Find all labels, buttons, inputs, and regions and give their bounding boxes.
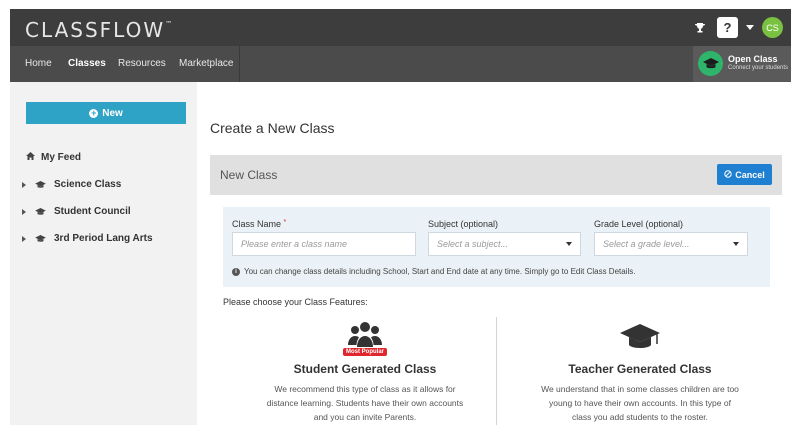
student-generated-title: Student Generated Class	[293, 362, 437, 376]
tab-resources[interactable]: Resources	[118, 46, 166, 82]
header-actions: ? CS	[689, 17, 783, 38]
sidebar-item-science-class[interactable]: Science Class	[22, 179, 121, 190]
trophy-icon[interactable]	[689, 17, 711, 38]
plus-icon: +	[89, 107, 99, 118]
cancel-circle-icon	[724, 169, 732, 180]
expand-arrow-icon[interactable]	[22, 235, 26, 242]
choose-features-label: Please choose your Class Features:	[223, 297, 368, 307]
student-generated-option[interactable]: Most Popular Student Generated Class We …	[250, 320, 480, 424]
cancel-label: Cancel	[735, 169, 765, 180]
subject-select[interactable]: Select a subject...	[428, 232, 581, 256]
class-name-input[interactable]: Please enter a class name	[232, 232, 416, 256]
home-icon	[26, 152, 35, 163]
graduation-cap-icon	[35, 207, 46, 216]
graduation-cap-icon	[620, 320, 660, 360]
sidebar: + New My Feed Science Class Student Coun…	[10, 82, 197, 425]
cancel-button[interactable]: Cancel	[717, 164, 772, 185]
open-class-button[interactable]: Open Class Connect your students	[693, 46, 791, 82]
grade-level-select[interactable]: Select a grade level...	[594, 232, 748, 256]
teacher-generated-option[interactable]: Teacher Generated Class We understand th…	[525, 320, 755, 424]
sidebar-item-3rd-period-lang-arts[interactable]: 3rd Period Lang Arts	[22, 233, 153, 244]
info-text: You can change class details including S…	[244, 267, 636, 276]
nav-divider	[239, 46, 240, 82]
new-button-label: New	[102, 107, 123, 119]
my-feed-label: My Feed	[41, 152, 82, 163]
tab-home[interactable]: Home	[25, 46, 52, 82]
grade-placeholder: Select a grade level...	[603, 239, 690, 249]
teacher-generated-title: Teacher Generated Class	[568, 362, 712, 376]
info-message: i You can change class details including…	[232, 267, 635, 276]
sidebar-item-my-feed[interactable]: My Feed	[26, 152, 81, 163]
teacher-generated-description: We understand that in some classes child…	[541, 384, 739, 422]
help-button[interactable]: ?	[717, 17, 738, 38]
chevron-down-icon	[566, 242, 572, 246]
subject-placeholder: Select a subject...	[437, 239, 509, 249]
page-title: Create a New Class	[210, 120, 335, 136]
subject-label: Subject (optional)	[428, 219, 499, 229]
sidebar-item-student-council[interactable]: Student Council	[22, 206, 131, 217]
tab-classes[interactable]: Classes	[68, 46, 106, 82]
open-class-title: Open Class	[728, 54, 778, 64]
graduation-cap-icon	[35, 180, 46, 189]
most-popular-badge: Most Popular	[342, 348, 388, 356]
class-label: 3rd Period Lang Arts	[54, 233, 153, 244]
tab-marketplace[interactable]: Marketplace	[179, 46, 233, 82]
expand-arrow-icon[interactable]	[22, 181, 26, 188]
panel-title: New Class	[220, 168, 278, 182]
open-class-subtitle: Connect your students	[728, 65, 789, 71]
panel-header: New Class Cancel	[210, 155, 782, 195]
new-class-button[interactable]: + New	[26, 102, 186, 124]
class-details-form: Class Name * Please enter a class name S…	[223, 207, 770, 287]
user-avatar[interactable]: CS	[762, 17, 783, 38]
grade-level-label: Grade Level (optional)	[594, 219, 684, 229]
graduation-cap-icon	[698, 51, 723, 76]
classflow-logo[interactable]: CLASSFLOW™	[25, 18, 172, 42]
graduation-cap-icon	[35, 234, 46, 243]
main-nav: Home Classes Resources Marketplace Open …	[10, 46, 791, 82]
class-label: Science Class	[54, 179, 122, 190]
class-name-label: Class Name *	[232, 219, 287, 229]
student-generated-description: We recommend this type of class as it al…	[266, 384, 464, 422]
new-class-panel: New Class Cancel Class Name * Please ent…	[210, 155, 782, 425]
required-marker: *	[283, 219, 287, 226]
top-header: CLASSFLOW™ ? CS	[10, 9, 791, 46]
info-icon: i	[232, 267, 240, 276]
class-label: Student Council	[54, 206, 131, 217]
chevron-down-icon[interactable]	[746, 25, 754, 30]
feature-divider	[496, 317, 497, 425]
expand-arrow-icon[interactable]	[22, 208, 26, 215]
chevron-down-icon	[733, 242, 739, 246]
